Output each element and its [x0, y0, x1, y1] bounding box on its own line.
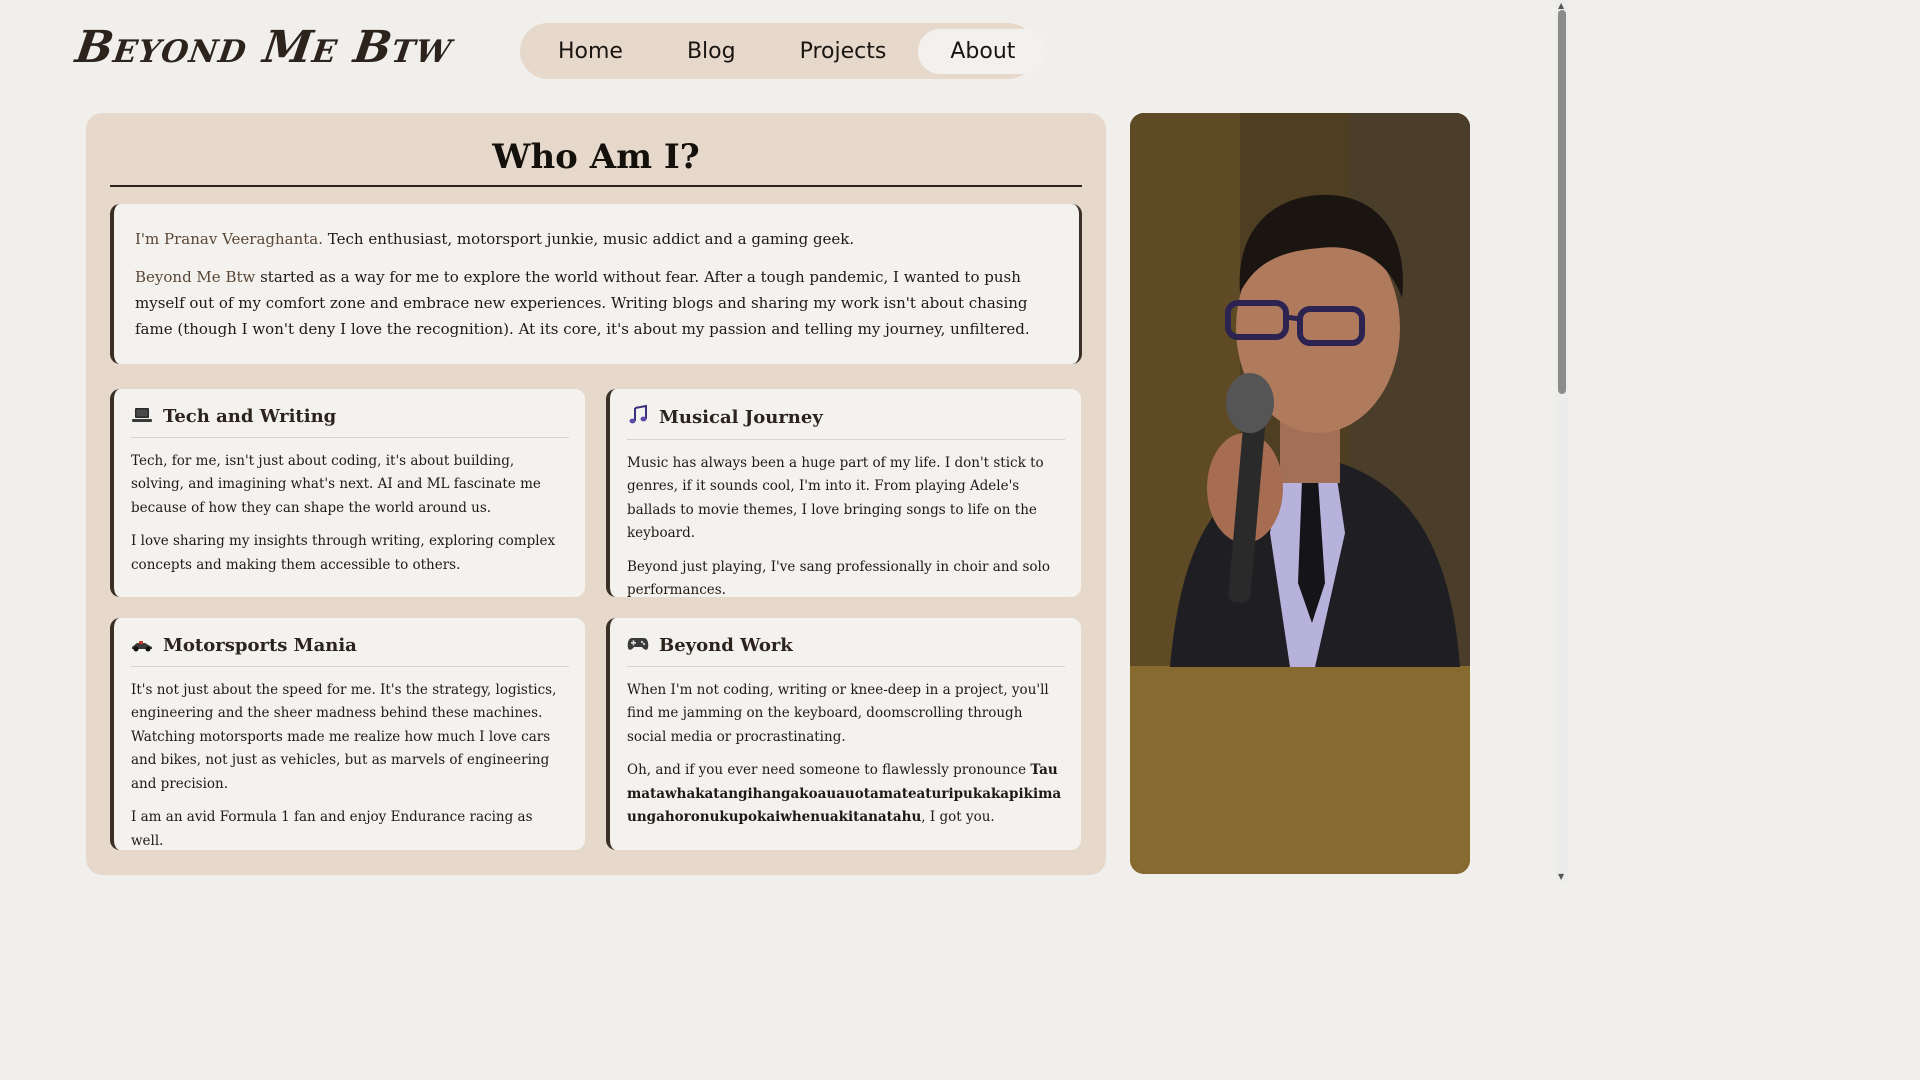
scroll-up-icon[interactable]: ▲ — [1558, 1, 1564, 10]
card-text: I love sharing my insights through writi… — [131, 533, 556, 573]
about-panel: Who Am I? I'm Pranav Veeraghanta. Tech e… — [86, 113, 1106, 875]
nav-home[interactable]: Home — [526, 29, 655, 74]
laptop-icon — [131, 405, 153, 429]
card-text: Oh, and if you ever need someone to flaw… — [627, 759, 1065, 830]
nav-projects[interactable]: Projects — [768, 29, 919, 74]
intro-text-2: started as a way for me to explore the w… — [135, 268, 1030, 338]
card-title: Motorsports Mania — [163, 635, 357, 656]
card-text: When I'm not coding, writing or knee-dee… — [627, 681, 1049, 745]
page-scrollbar[interactable]: ▲ ▼ — [1556, 0, 1568, 882]
card-text: Tech, for me, isn't just about coding, i… — [131, 452, 541, 516]
nav-blog[interactable]: Blog — [655, 29, 768, 74]
portrait-photo — [1130, 113, 1470, 874]
card-motorsports: Motorsports Mania It's not just about th… — [110, 618, 585, 850]
card-header: Beyond Work — [627, 634, 1065, 667]
site-title[interactable]: Beyond Me Btw — [72, 22, 455, 73]
card-title: Tech and Writing — [163, 406, 337, 427]
card-header: Tech and Writing — [131, 405, 569, 438]
intro-paragraph-1: I'm Pranav Veeraghanta. Tech enthusiast,… — [135, 226, 1055, 252]
card-text-pre: Oh, and if you ever need someone to flaw… — [627, 762, 1031, 778]
card-header: Motorsports Mania — [131, 634, 569, 667]
card-beyond-work: Beyond Work When I'm not coding, writing… — [606, 618, 1081, 850]
card-text: Music has always been a huge part of my … — [627, 454, 1044, 542]
card-tech-writing: Tech and Writing Tech, for me, isn't jus… — [110, 389, 585, 597]
card-header: Musical Journey — [627, 404, 1065, 440]
intro-text-1: Tech enthusiast, motorsport junkie, musi… — [323, 230, 855, 248]
gamepad-icon — [627, 634, 649, 658]
card-text: It's not just about the speed for me. It… — [131, 681, 557, 792]
card-musical-journey: Musical Journey Music has always been a … — [606, 389, 1081, 598]
main-nav: Home Blog Projects About — [520, 23, 1048, 79]
brand-name: Beyond Me Btw — [135, 268, 256, 286]
page-title: Who Am I? — [110, 137, 1082, 187]
author-name: I'm Pranav Veeraghanta. — [135, 230, 324, 248]
race-car-icon — [131, 634, 153, 658]
scroll-down-icon[interactable]: ▼ — [1558, 872, 1564, 881]
card-text: I am an avid Formula 1 fan and enjoy End… — [131, 809, 533, 849]
card-text-post: , I got you. — [921, 809, 995, 825]
nav-about[interactable]: About — [918, 28, 1048, 74]
music-note-icon — [627, 404, 649, 431]
card-title: Beyond Work — [659, 635, 793, 656]
interest-grid: Tech and Writing Tech, for me, isn't jus… — [110, 389, 1082, 850]
card-text: Beyond just playing, I've sang professio… — [627, 558, 1050, 599]
card-title: Musical Journey — [659, 407, 823, 428]
scroll-thumb[interactable] — [1558, 10, 1566, 394]
intro-card: I'm Pranav Veeraghanta. Tech enthusiast,… — [110, 204, 1082, 364]
intro-paragraph-2: Beyond Me Btw started as a way for me to… — [135, 264, 1055, 342]
